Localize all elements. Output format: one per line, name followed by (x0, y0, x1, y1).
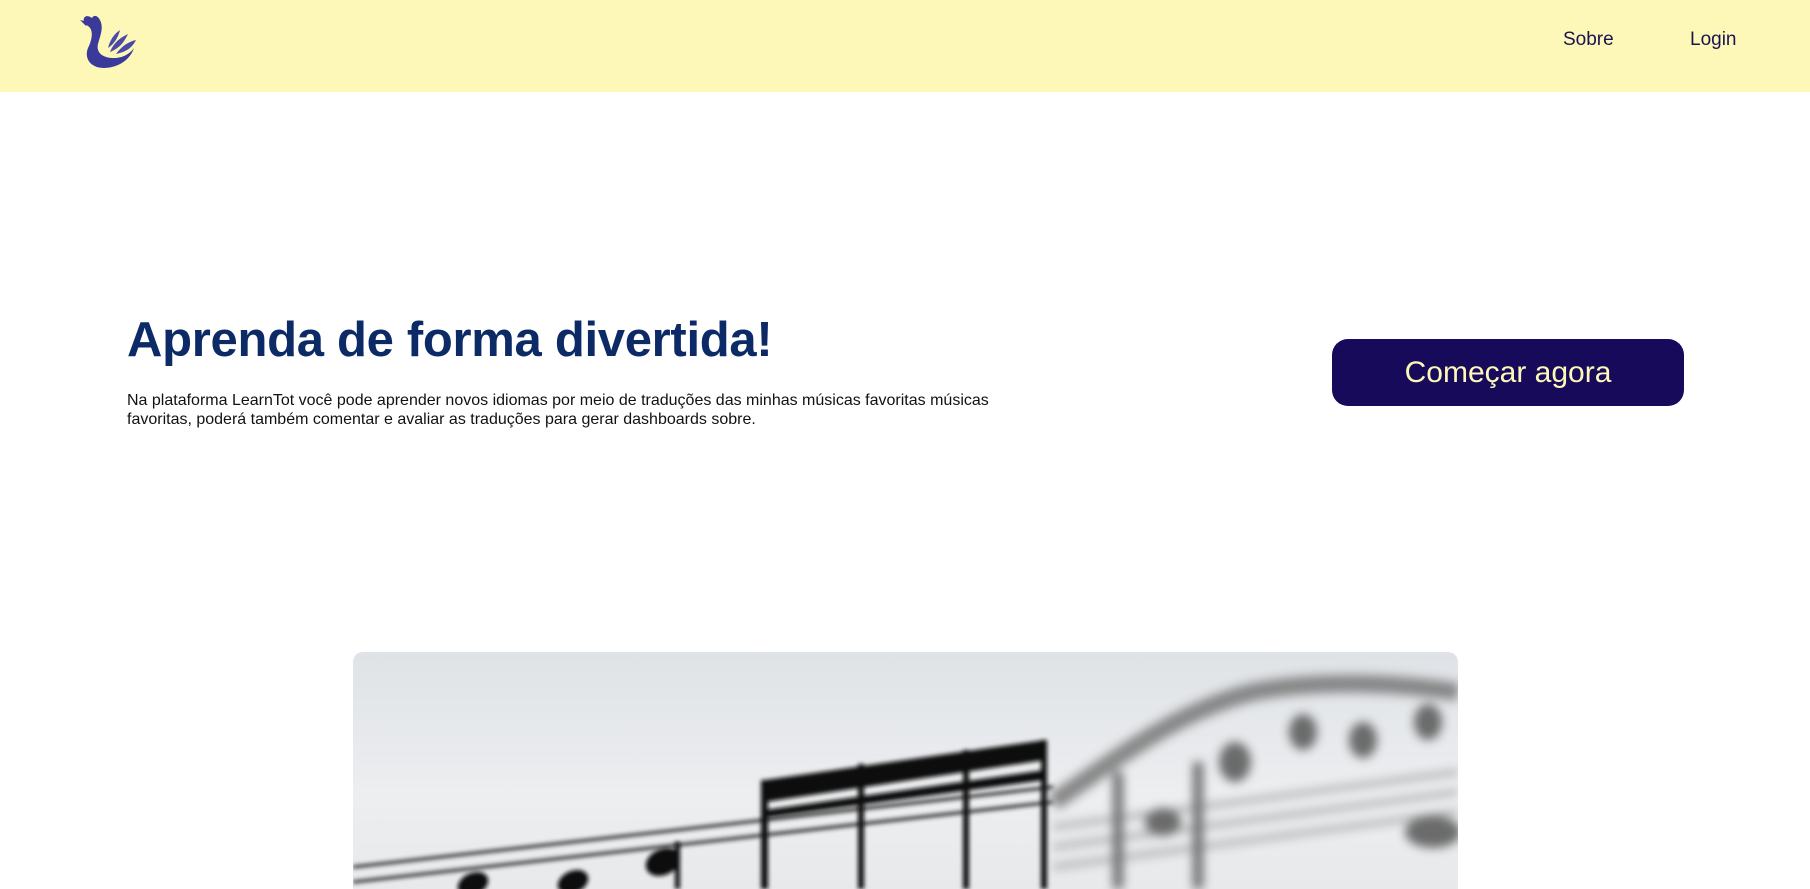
nav-link-login[interactable]: Login (1690, 29, 1737, 51)
hero-description: Na plataforma LearnTot você pode aprende… (127, 392, 989, 428)
swan-logo-icon[interactable] (80, 8, 138, 72)
nav-link-sobre[interactable]: Sobre (1563, 29, 1614, 51)
sheet-music-image (353, 652, 1458, 889)
start-now-button[interactable]: Começar agora (1332, 339, 1684, 406)
hero-title: Aprenda de forma divertida! (127, 313, 773, 367)
top-header: Sobre Login (0, 0, 1810, 92)
